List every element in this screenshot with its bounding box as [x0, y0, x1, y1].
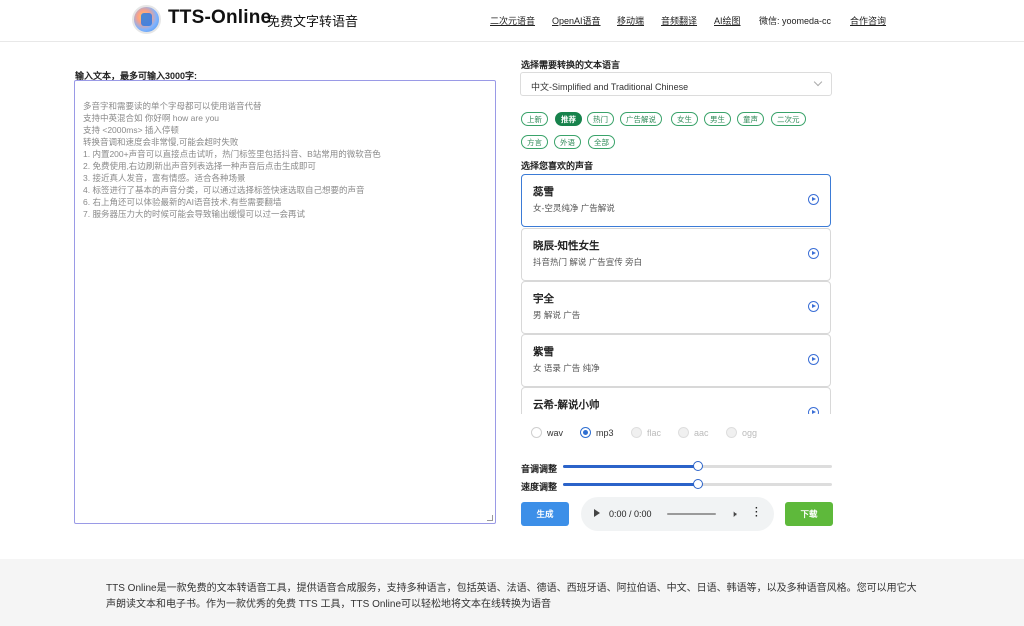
- tag-dialect[interactable]: 方言: [521, 135, 548, 149]
- voice-desc: 抖音热门 解说 广告宣传 旁白: [533, 257, 643, 267]
- logo-mark: [141, 13, 152, 26]
- placeholder-line: 支持 <2000ms> 插入停顿: [83, 125, 179, 135]
- voice-desc: 男 解说 广告: [533, 310, 581, 320]
- play-icon[interactable]: [808, 194, 819, 205]
- nav-anime-voice[interactable]: 二次元语音: [490, 14, 535, 27]
- more-options-icon[interactable]: · · ·: [755, 504, 758, 522]
- format-radio-aac[interactable]: [678, 427, 689, 438]
- placeholder-line: 6. 右上角还可以体验最新的AI语音技术,有些需要翻墙: [83, 197, 282, 207]
- download-button[interactable]: 下载: [785, 502, 833, 526]
- logo-icon[interactable]: [132, 5, 161, 34]
- play-icon[interactable]: [808, 407, 819, 414]
- tag-anime[interactable]: 二次元: [771, 112, 806, 126]
- generate-button[interactable]: 生成: [521, 502, 569, 526]
- format-label-flac: flac: [647, 428, 662, 438]
- format-radio-mp3[interactable]: [580, 427, 591, 438]
- tag-female[interactable]: 女生: [671, 112, 698, 126]
- tag-ad-narration[interactable]: 广告解说: [620, 112, 662, 126]
- top-header: TTS-Online 免费文字转语音 二次元语音 OpenAI语音 移动端 音频…: [0, 0, 1024, 42]
- resize-handle-icon[interactable]: [487, 515, 493, 521]
- voice-card[interactable]: 云希-解说小帅: [521, 387, 831, 414]
- voice-list-label: 选择您喜欢的声音: [521, 161, 594, 171]
- voice-card[interactable]: 紫雪 女 语录 广告 纯净: [521, 334, 831, 387]
- tag-recommended[interactable]: 推荐: [555, 112, 582, 126]
- play-icon[interactable]: [808, 248, 819, 259]
- nav-ai-drawing[interactable]: AI绘图: [714, 14, 741, 27]
- play-icon[interactable]: [808, 354, 819, 365]
- nav-openai-voice[interactable]: OpenAI语音: [552, 14, 601, 27]
- brand-name[interactable]: TTS-Online: [168, 7, 271, 29]
- text-input[interactable]: 多音字和需要读的单个字母都可以使用谐音代替 支持中英混合如 你好啊 how ar…: [74, 80, 496, 524]
- format-label-wav: wav: [547, 428, 564, 438]
- language-label: 选择需要转换的文本语言: [521, 60, 621, 70]
- pitch-slider-thumb[interactable]: [693, 461, 703, 471]
- chevron-down-icon: [813, 77, 823, 87]
- language-selected-value: 中文-Simplified and Traditional Chinese: [531, 82, 689, 92]
- footer-description: TTS Online是一款免费的文本转语音工具，提供语音合成服务，支持多种语言，…: [106, 583, 917, 610]
- voice-desc: 女-空灵纯净 广告解说: [533, 203, 615, 213]
- pitch-label: 音调调整: [521, 464, 558, 474]
- audio-time: 0:00 / 0:00: [609, 509, 652, 519]
- footer: TTS Online是一款免费的文本转语音工具，提供语音合成服务，支持多种语言，…: [0, 559, 1024, 626]
- voice-name: 晓辰-知性女生: [533, 240, 600, 252]
- voice-name: 宇全: [533, 293, 554, 305]
- tag-child[interactable]: 童声: [737, 112, 764, 126]
- play-icon[interactable]: [808, 301, 819, 312]
- nav-wechat: 微信: yoomeda-cc: [759, 16, 832, 26]
- tag-male[interactable]: 男生: [704, 112, 731, 126]
- nav-mobile[interactable]: 移动端: [617, 14, 644, 27]
- speed-slider-fill: [563, 483, 698, 486]
- voice-card[interactable]: 宇全 男 解说 广告: [521, 281, 831, 334]
- play-icon[interactable]: [594, 509, 600, 517]
- brand-subtitle: 免费文字转语音: [267, 14, 359, 29]
- placeholder-line: 转换音调和速度会非常慢,可能会超时失败: [83, 137, 239, 147]
- tag-hot[interactable]: 热门: [587, 112, 614, 126]
- tag-new[interactable]: 上新: [521, 112, 548, 126]
- voice-card[interactable]: 蕊雪 女-空灵纯净 广告解说: [521, 174, 831, 227]
- placeholder-line: 7. 服务器压力大的时候可能会导致输出缓慢可以过一会再试: [83, 209, 305, 219]
- voice-name: 云希-解说小帅: [533, 399, 600, 411]
- placeholder-line: 1. 内置200+声音可以直接点击试听，热门标签里包括抖音、B站常用的微软音色: [83, 149, 381, 159]
- format-radio-flac[interactable]: [631, 427, 642, 438]
- nav-audio-translate[interactable]: 音频翻译: [661, 14, 697, 27]
- placeholder-line: 多音字和需要读的单个字母都可以使用谐音代替: [83, 101, 262, 111]
- format-label-mp3: mp3: [596, 428, 614, 438]
- tag-all[interactable]: 全部: [588, 135, 615, 149]
- placeholder-line: 2. 免费使用,右边刷新出声音列表选择一种声音后点击生成即可: [83, 161, 316, 171]
- speed-slider[interactable]: [563, 479, 832, 489]
- language-select[interactable]: 中文-Simplified and Traditional Chinese: [520, 72, 832, 96]
- voice-list[interactable]: 蕊雪 女-空灵纯净 广告解说 晓辰-知性女生 抖音热门 解说 广告宣传 旁白 宇…: [521, 174, 832, 414]
- format-label-aac: aac: [694, 428, 709, 438]
- voice-desc: 女 语录 广告 纯净: [533, 363, 600, 373]
- tag-foreign[interactable]: 外语: [554, 135, 581, 149]
- pitch-slider-fill: [563, 465, 698, 468]
- audio-player[interactable]: 0:00 / 0:00 🕨 · · ·: [581, 497, 774, 531]
- pitch-slider[interactable]: [563, 461, 832, 471]
- format-radio-ogg[interactable]: [726, 427, 737, 438]
- audio-progress-bar[interactable]: [667, 513, 716, 515]
- voice-card[interactable]: 晓辰-知性女生 抖音热门 解说 广告宣传 旁白: [521, 228, 831, 281]
- voice-name: 紫雪: [533, 346, 554, 358]
- volume-icon[interactable]: 🕨: [731, 509, 737, 520]
- placeholder-line: 3. 接近真人发音，富有情感。适合各种场景: [83, 173, 246, 183]
- placeholder-line: 支持中英混合如 你好啊 how are you: [83, 113, 220, 123]
- format-label-ogg: ogg: [742, 428, 758, 438]
- placeholder-line: 4. 标签进行了基本的声音分类，可以通过选择标签快速选取自己想要的声音: [83, 185, 365, 195]
- format-radio-wav[interactable]: [531, 427, 542, 438]
- speed-slider-thumb[interactable]: [693, 479, 703, 489]
- nav-cooperation[interactable]: 合作咨询: [850, 14, 886, 27]
- voice-name: 蕊雪: [533, 186, 554, 198]
- speed-label: 速度调整: [521, 482, 558, 492]
